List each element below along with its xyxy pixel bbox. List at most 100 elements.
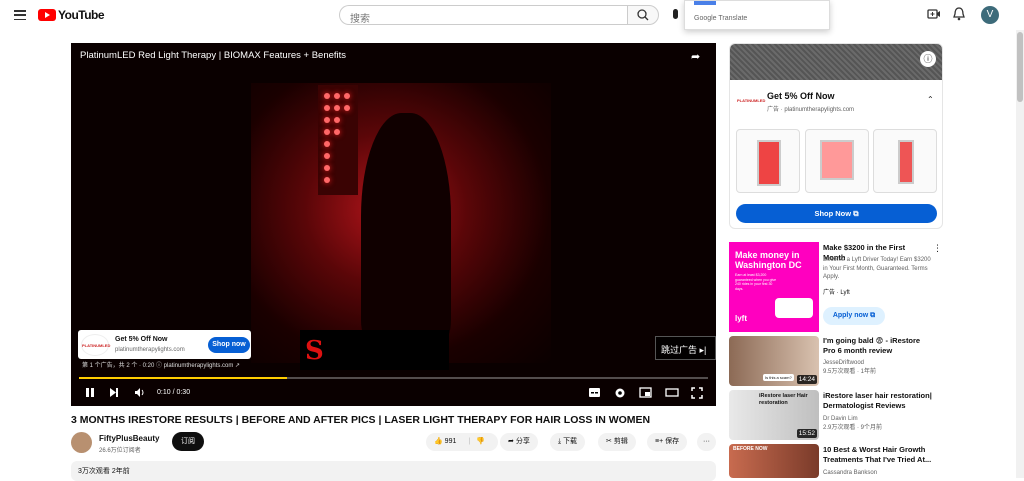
- settings-gear-icon[interactable]: [614, 387, 626, 401]
- fullscreen-icon[interactable]: [691, 387, 703, 401]
- search-icon: [637, 9, 649, 21]
- channel-avatar[interactable]: [71, 432, 92, 453]
- subscriber-count: 26.6万位订阅者: [99, 448, 141, 454]
- related-meta: 9.5万次观看 · 1年前: [823, 369, 877, 375]
- like-dislike-group: 👍 991 | 👎: [426, 433, 498, 451]
- search-button[interactable]: [627, 5, 659, 25]
- related-channel[interactable]: Cassandra Bankson: [823, 469, 877, 478]
- download-button[interactable]: ⤓ 下载: [550, 433, 586, 451]
- brand-overlay-letter: S: [305, 336, 324, 366]
- thumbs-down-icon[interactable]: 👎: [476, 438, 485, 445]
- red-light-panel: [318, 85, 358, 195]
- theater-mode-icon[interactable]: [665, 387, 679, 400]
- apply-now-label: Apply now: [832, 312, 869, 319]
- ad-shop-now-button[interactable]: Shop now: [208, 337, 250, 353]
- progress-bar[interactable]: [79, 377, 708, 379]
- description-box[interactable]: 3万次观看 2年前: [71, 461, 716, 481]
- related-video-title[interactable]: 10 Best & Worst Hair Growth Treatments T…: [823, 445, 933, 465]
- lyft-ad-sponsor: 广告 · Lyft: [823, 290, 850, 296]
- account-avatar[interactable]: V: [981, 6, 999, 24]
- lyft-thumb-headline: Make money in Washington DC: [735, 250, 802, 270]
- product-image[interactable]: [805, 129, 869, 193]
- volume-icon[interactable]: [134, 387, 146, 400]
- google-translate-popup[interactable]: Google Translate: [684, 0, 830, 30]
- car-image: [775, 298, 813, 318]
- ad-banner: [730, 44, 942, 80]
- video-thumbnail[interactable]: Is this a scam? 14:24: [729, 336, 819, 386]
- playlist-add-icon: ≡+: [655, 438, 664, 445]
- save-button[interactable]: ≡+ 保存: [647, 433, 688, 451]
- product-image[interactable]: [736, 129, 800, 193]
- thumb-caption: BEFORE NOW: [733, 446, 768, 452]
- progress-fill: [79, 377, 287, 379]
- like-count[interactable]: 991: [445, 438, 457, 445]
- video-player[interactable]: PlatinumLED Red Light Therapy | BIOMAX F…: [71, 43, 716, 406]
- top-bar: YouTube 搜索 Google Translate V: [0, 0, 1024, 30]
- ad-info-line[interactable]: 第 1 个广告，共 2 个 · 0:20 ⓘ platinumtherapyli…: [82, 360, 240, 369]
- more-actions-button[interactable]: ···: [697, 433, 716, 451]
- download-label: 下载: [563, 438, 578, 445]
- ad-card-url: platinumtherapylights.com: [115, 347, 185, 353]
- platinumled-logo: PLATINUMLED: [737, 98, 766, 103]
- related-video-title[interactable]: iRestore laser hair restoration| Dermato…: [823, 391, 933, 411]
- miniplayer-icon[interactable]: [639, 387, 652, 400]
- more-options-icon[interactable]: ⋮: [933, 243, 942, 254]
- scrollbar-thumb[interactable]: [1017, 32, 1023, 102]
- skip-next-icon: ▸|: [699, 345, 707, 355]
- lyft-ad-thumbnail[interactable]: Make money in Washington DC Earn at leas…: [729, 242, 819, 332]
- thumb-caption: iRestore laser Hair restoration: [759, 393, 808, 406]
- skip-ad-label: 跳过广告: [661, 345, 698, 355]
- subscribe-button[interactable]: 订阅: [172, 432, 204, 451]
- youtube-wordmark[interactable]: YouTube: [58, 8, 105, 22]
- pause-icon[interactable]: [85, 387, 95, 400]
- next-video-icon[interactable]: [109, 387, 119, 400]
- video-duration: 15:52: [796, 429, 817, 438]
- youtube-logo-icon[interactable]: [38, 9, 56, 21]
- product-image[interactable]: [873, 129, 937, 193]
- subtitles-icon[interactable]: [588, 387, 601, 400]
- share-arrow-icon[interactable]: ➦: [691, 50, 700, 63]
- video-thumbnail[interactable]: BEFORE NOW: [729, 444, 819, 478]
- shop-now-label: Shop Now: [814, 209, 852, 218]
- translate-accent-bar: [694, 1, 716, 5]
- share-button[interactable]: ➦ 分享: [500, 433, 538, 451]
- video-thumbnail[interactable]: iRestore laser Hair restoration 15:52: [729, 390, 819, 440]
- scissors-icon: ✂: [606, 438, 612, 445]
- channel-name[interactable]: FiftyPlusBeauty: [99, 434, 159, 443]
- thumb-caption: Is this a scam?: [763, 374, 794, 381]
- time-display: 0:10 / 0:30: [157, 389, 191, 396]
- apply-now-button[interactable]: Apply now ⧉: [823, 307, 885, 325]
- clip-label: 剪辑: [613, 438, 628, 445]
- microphone-icon[interactable]: [673, 9, 678, 19]
- notifications-bell-icon[interactable]: [953, 7, 965, 24]
- silhouette-figure: [361, 113, 451, 343]
- related-channel[interactable]: Dr Davin Lim: [823, 415, 858, 424]
- sidebar-ad-sponsor: 广告 · platinumtherapylights.com: [767, 107, 855, 113]
- chevron-up-icon[interactable]: ⌃: [927, 95, 934, 104]
- external-link-icon: ⧉: [870, 312, 876, 319]
- search-input[interactable]: 搜索: [339, 5, 628, 25]
- skip-ad-button[interactable]: 跳过广告 ▸|: [655, 336, 716, 360]
- video-duration: 14:24: [796, 375, 817, 384]
- menu-icon[interactable]: [14, 10, 26, 21]
- related-meta: 2.9万次观看 · 9个月前: [823, 425, 883, 431]
- share-icon: ➦: [508, 438, 514, 445]
- sidebar-ad[interactable]: ⓘ PLATINUMLED Get 5% Off Now 广告 · platin…: [729, 43, 943, 229]
- shop-now-button[interactable]: Shop Now ⧉: [736, 204, 937, 223]
- sidebar-ad-headline[interactable]: Get 5% Off Now: [767, 91, 835, 101]
- player-ad-card[interactable]: PLATINUMLED Get 5% Off Now platinumthera…: [78, 330, 251, 359]
- thumbs-up-icon[interactable]: 👍: [434, 438, 443, 445]
- external-link-icon: ⧉: [853, 209, 859, 218]
- download-icon: ⤓: [558, 438, 562, 445]
- info-icon[interactable]: ⓘ: [920, 51, 936, 67]
- create-video-icon[interactable]: [927, 7, 941, 24]
- translate-label: Google Translate: [694, 15, 748, 22]
- share-label: 分享: [515, 438, 530, 445]
- video-title: 3 MONTHS IRESTORE RESULTS | BEFORE AND A…: [71, 414, 651, 426]
- related-video-title[interactable]: I'm going bald 😨 - iRestore Pro 6 month …: [823, 336, 933, 356]
- page-scrollbar[interactable]: [1016, 30, 1024, 478]
- save-label: 保存: [665, 438, 680, 445]
- clip-button[interactable]: ✂ 剪辑: [598, 433, 636, 451]
- related-channel[interactable]: JesseDriftwood: [823, 359, 864, 368]
- player-video-title[interactable]: PlatinumLED Red Light Therapy | BIOMAX F…: [80, 50, 346, 61]
